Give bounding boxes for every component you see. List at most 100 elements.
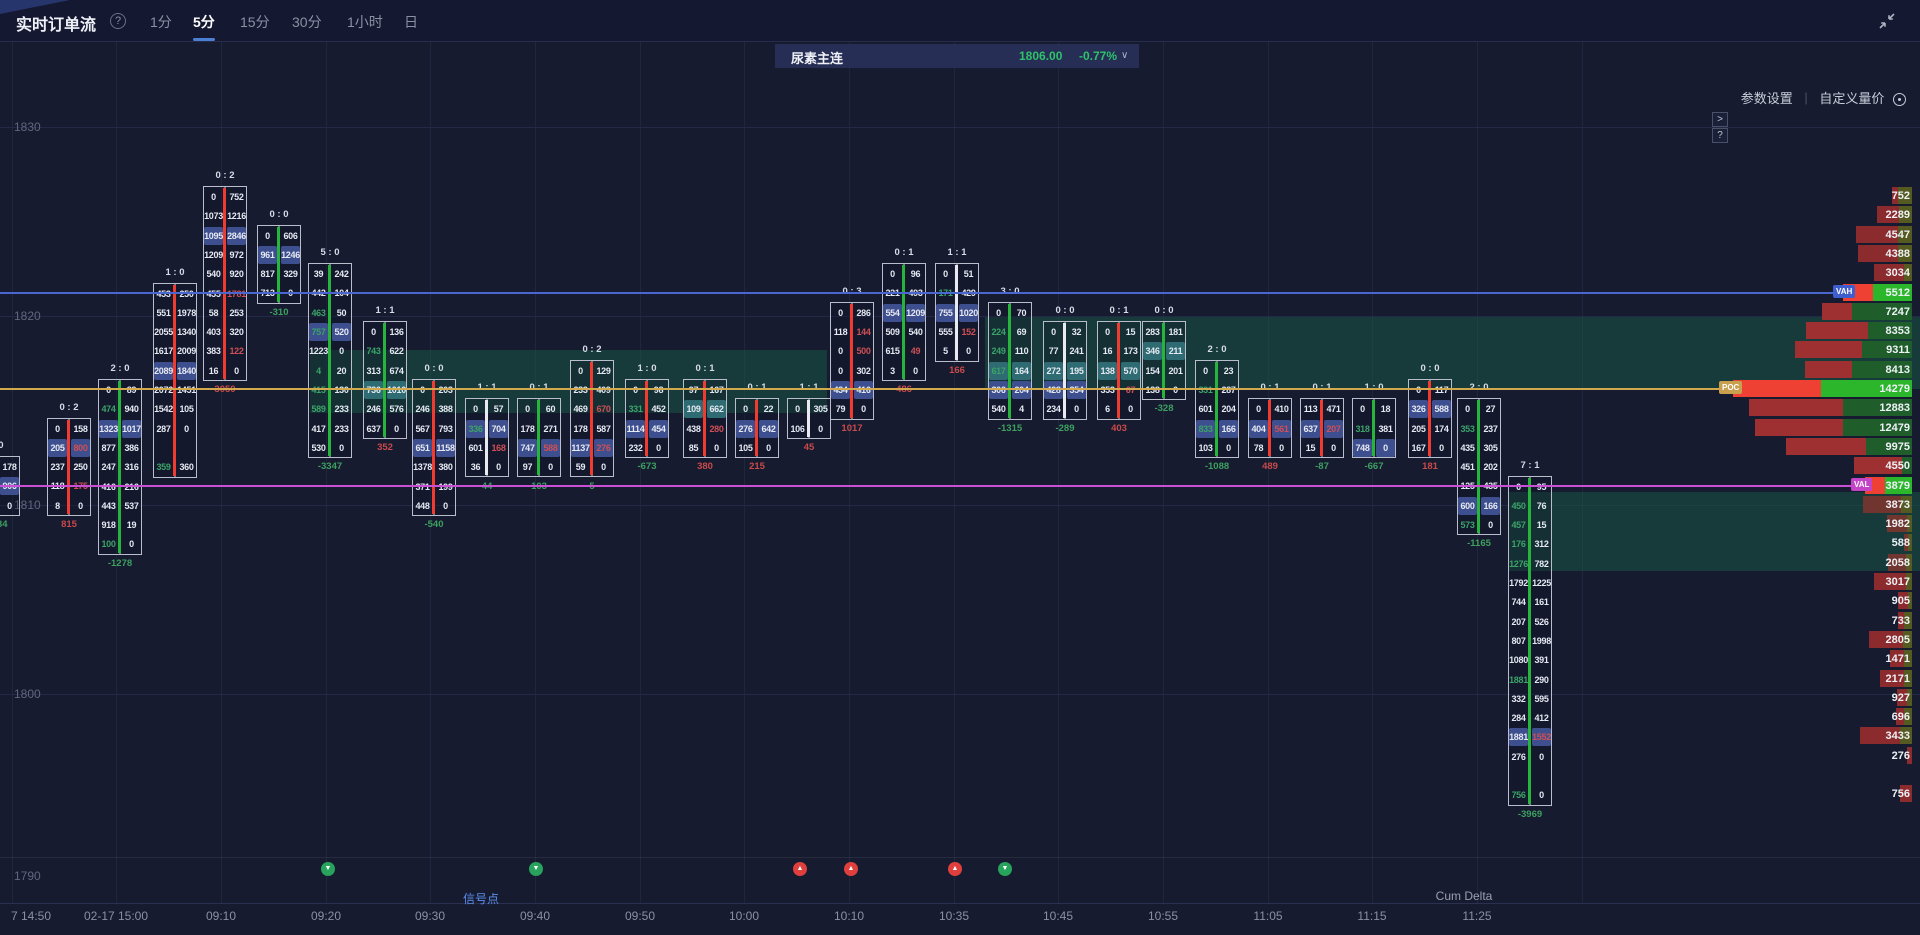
param-settings-button[interactable]: 参数设置 xyxy=(1741,91,1793,106)
bid-volume-cell: 509 xyxy=(883,323,902,341)
footprint-candle[interactable]: 0233312876012048331661030 xyxy=(1195,360,1239,459)
ask-volume-cell: 452 xyxy=(649,400,668,418)
imbalance-header: 0 : 2 xyxy=(39,402,99,413)
ask-volume-cell: 70 xyxy=(1012,304,1031,322)
tab-timeframe-1小时[interactable]: 1小时 xyxy=(347,12,383,32)
footprint-candle[interactable]: 015820580023725011817580 xyxy=(47,418,91,517)
panel-help-button[interactable]: ? xyxy=(1712,128,1728,143)
signal-marker[interactable]: ▼ xyxy=(529,862,543,876)
ask-volume-cell: 51 xyxy=(959,265,978,283)
tab-timeframe-日[interactable]: 日 xyxy=(404,12,418,32)
ask-volume-cell: 782 xyxy=(1532,555,1551,573)
footprint-candle[interactable]: 0894749401323101787738624731641621644353… xyxy=(98,379,142,555)
footprint-candle[interactable]: 09833145211144542320 xyxy=(625,379,669,458)
ask-volume-cell: 302 xyxy=(854,362,873,380)
collapse-icon[interactable] xyxy=(1878,12,1896,30)
profile-volume-value: 927 xyxy=(1840,692,1910,704)
ask-volume-cell: 233 xyxy=(332,400,351,418)
candle-body xyxy=(755,400,758,456)
signal-marker[interactable]: ▼ xyxy=(998,862,1012,876)
signal-marker[interactable]: ▲ xyxy=(793,862,807,876)
bid-volume-cell: 103 xyxy=(1196,439,1215,457)
footprint-candle[interactable]: 0954507645715176312127678217921225744161… xyxy=(1508,476,1552,806)
ask-volume-cell: 167 xyxy=(707,381,726,399)
ask-volume-cell: 622 xyxy=(387,342,406,360)
bid-volume-cell: 232 xyxy=(626,439,645,457)
footprint-candle[interactable]: 051171429755102055515250 xyxy=(935,263,979,362)
signal-marker[interactable]: ▼ xyxy=(321,862,335,876)
bid-volume-cell: 6 xyxy=(1098,400,1117,418)
v-gridline xyxy=(1268,42,1269,903)
ask-volume-cell: 98 xyxy=(649,381,668,399)
imbalance-header: 2 : 0 xyxy=(1187,344,1247,355)
imbalance-header: 0 : 0 xyxy=(1400,363,1460,374)
ask-volume-cell: 181 xyxy=(1166,323,1185,341)
help-icon[interactable]: ? xyxy=(110,13,126,29)
footprint-candle[interactable]: 0222766421050 xyxy=(735,398,779,458)
bid-volume-cell: 205 xyxy=(48,439,67,457)
contract-selector[interactable]: 尿素主连 1806.00 -0.77% ∨ xyxy=(775,44,1139,68)
footprint-candle[interactable]: 070224692491106171643062045404 xyxy=(988,302,1032,420)
ask-volume-cell: 168 xyxy=(489,439,508,457)
signal-marker[interactable]: ▲ xyxy=(948,862,962,876)
profile-volume-value: 2289 xyxy=(1840,209,1910,221)
bid-volume-cell: 417 xyxy=(309,420,328,438)
footprint-candle[interactable]: 4532505511978205513401617200920891840207… xyxy=(153,283,197,478)
footprint-candle[interactable]: 032772412721954283542340 xyxy=(1043,321,1087,420)
tab-timeframe-5分[interactable]: 5分 xyxy=(193,12,215,32)
bid-volume-cell: 601 xyxy=(466,439,485,457)
signal-marker[interactable]: ▲ xyxy=(844,862,858,876)
footprint-candle[interactable]: 0410404561780 xyxy=(1248,398,1292,458)
footprint-candle[interactable]: 113471637207150 xyxy=(1300,398,1344,458)
ask-volume-cell: 166 xyxy=(1481,497,1500,515)
ask-volume-cell: 76 xyxy=(1532,497,1551,515)
bid-volume-cell: 1276 xyxy=(1509,555,1528,573)
ask-volume-cell: 471 xyxy=(1324,400,1343,418)
footprint-candle[interactable]: 01292334094696701785871137276590 xyxy=(570,360,614,478)
bid-volume-cell: 0 xyxy=(48,420,67,438)
tab-timeframe-15分[interactable]: 15分 xyxy=(240,12,270,32)
bid-volume-cell: 58 xyxy=(204,304,223,322)
ask-volume-cell: 233 xyxy=(332,420,351,438)
bid-volume-cell: 100 xyxy=(99,535,118,553)
ask-volume-cell: 27 xyxy=(1481,400,1500,418)
footprint-candle[interactable]: 060178271747588970 xyxy=(517,398,561,477)
bid-volume-cell: 178 xyxy=(571,420,590,438)
ask-volume-cell: 0 xyxy=(1219,439,1238,457)
ask-volume-cell: 920 xyxy=(227,265,246,283)
footprint-candle[interactable]: 013674362231367473610102465766370 xyxy=(363,321,407,439)
ask-volume-cell: 0 xyxy=(707,439,726,457)
bid-volume-cell: 0 xyxy=(1196,362,1215,380)
ask-volume-cell: 561 xyxy=(1272,420,1291,438)
tab-timeframe-30分[interactable]: 30分 xyxy=(292,12,322,32)
gear-icon[interactable] xyxy=(1893,93,1906,106)
bid-volume-cell: 1881 xyxy=(1509,728,1528,746)
footprint-candle[interactable]: 057336704601168360 xyxy=(465,398,509,477)
v-gridline xyxy=(1058,42,1059,903)
ask-volume-cell: 164 xyxy=(1012,362,1031,380)
footprint-candle[interactable]: 97167109662438280850 xyxy=(683,379,727,458)
footprint-candle[interactable]: 028611814405000302434416790 xyxy=(830,302,874,420)
footprint-candle[interactable]: 09622149355412095095406154930 xyxy=(882,263,926,381)
custom-volume-price-button[interactable]: 自定义量价 xyxy=(1819,91,1884,106)
expand-panel-button[interactable]: > xyxy=(1712,112,1728,127)
footprint-candle[interactable]: 0183183817480 xyxy=(1352,398,1396,458)
footprint-candle[interactable]: 0752107312161095284612099725409204551781… xyxy=(203,186,247,381)
candle-body xyxy=(850,304,853,418)
footprint-candle[interactable]: 01173265882051741670 xyxy=(1408,379,1452,458)
time-axis-label: 7 14:50 xyxy=(11,909,51,923)
bid-volume-cell: 138 xyxy=(1098,362,1117,380)
tab-timeframe-1分[interactable]: 1分 xyxy=(150,12,172,32)
v-gridline xyxy=(1372,42,1373,903)
ask-volume-cell: 380 xyxy=(436,458,455,476)
candle-body xyxy=(1528,478,1531,804)
price-axis-label: 1830 xyxy=(14,120,41,134)
ask-volume-cell: 0 xyxy=(227,362,246,380)
ask-volume-cell: 201 xyxy=(1166,362,1185,380)
candle-delta: -1278 xyxy=(85,558,155,569)
bid-volume-cell: 287 xyxy=(154,420,173,438)
ask-volume-cell: 391 xyxy=(1532,651,1551,669)
ask-volume-cell: 237 xyxy=(1481,420,1500,438)
ask-volume-cell: 570 xyxy=(1121,362,1140,380)
ask-volume-cell: 940 xyxy=(122,400,141,418)
